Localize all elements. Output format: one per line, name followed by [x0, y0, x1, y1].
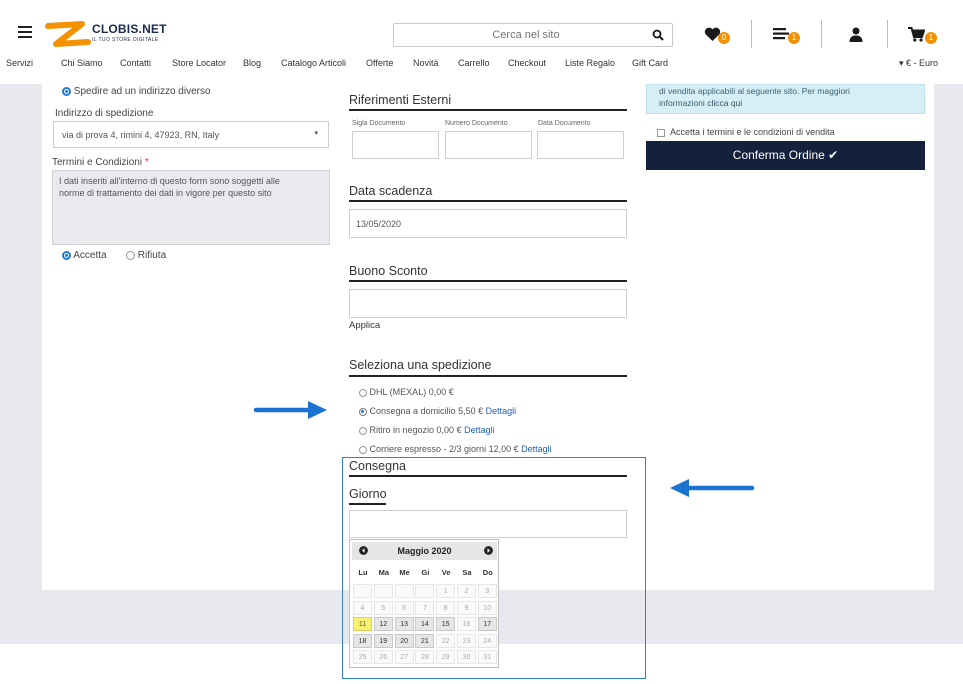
terms-reject-option[interactable]: Rifiuta	[126, 250, 166, 261]
radio-icon[interactable]	[359, 388, 367, 397]
header-divider	[887, 20, 888, 48]
shipping-address-label: Indirizzo di spedizione	[55, 108, 154, 119]
shipping-details-link[interactable]: Dettagli	[486, 406, 517, 416]
arrow-right-icon	[253, 401, 327, 419]
nav-item-carrello[interactable]: Carrello	[458, 58, 490, 68]
wishlist-count-badge: 0	[718, 32, 730, 44]
terms-textarea[interactable]: I dati inseriti all'interno di questo fo…	[52, 170, 330, 245]
ship-other-address-label: Spedire ad un indirizzo diverso	[73, 86, 211, 97]
reject-label: Rifiuta	[137, 250, 167, 261]
radio-icon[interactable]	[359, 426, 367, 435]
lists-count-badge: 1	[788, 32, 800, 44]
terms-label-text: Termini e Condizioni	[52, 157, 143, 168]
radio-icon[interactable]	[359, 407, 367, 416]
menu-icon[interactable]	[18, 26, 32, 38]
terms-info-link[interactable]: clicca qui	[707, 98, 742, 108]
accept-sales-terms[interactable]: Accetta i termini e le condizioni di ven…	[657, 127, 835, 137]
shipping-option-label: Ritiro in negozio 0,00 €	[369, 425, 462, 435]
section-divider	[349, 200, 627, 202]
checkout-page: CLOBIS.NET IL TUO STORE DIGITALE 0 1	[0, 0, 963, 684]
doc-date-input[interactable]	[537, 131, 624, 159]
accept-sales-terms-label: Accetta i termini e le condizioni di ven…	[670, 127, 835, 137]
nav-item-chi-siamo[interactable]: Chi Siamo	[61, 58, 103, 68]
shipping-details-link[interactable]: Dettagli	[464, 425, 495, 435]
expiry-date-title: Data scadenza	[349, 184, 433, 198]
shipping-option-dhl[interactable]: DHL (MEXAL) 0,00 €	[359, 387, 454, 397]
terms-info-box: di vendita applicabili al seguente sito.…	[646, 84, 925, 114]
terms-info-line: di vendita applicabili al seguente sito.…	[659, 86, 850, 96]
nav-item-liste-regalo[interactable]: Liste Regalo	[565, 58, 615, 68]
nav-item-servizi[interactable]: Servizi	[6, 58, 33, 68]
shipping-option-label: DHL (MEXAL) 0,00 €	[369, 387, 454, 397]
logo-name[interactable]: CLOBIS.NET	[92, 22, 167, 36]
terms-accept-option[interactable]: Accetta	[62, 250, 107, 261]
shipping-option-express[interactable]: Corriere espresso - 2/3 giorni 12,00 € D…	[359, 444, 552, 454]
radio-icon[interactable]	[62, 86, 71, 96]
account-button[interactable]	[849, 27, 865, 45]
nav-item-store-locator[interactable]: Store Locator	[172, 58, 226, 68]
shipping-option-home-delivery[interactable]: Consegna a domicilio 5,50 € Dettagli	[359, 406, 516, 416]
lists-button[interactable]: 1	[773, 27, 803, 45]
doc-code-input[interactable]	[352, 131, 439, 159]
nav-item-contatti[interactable]: Contatti	[120, 58, 151, 68]
shipping-method-title: Seleziona una spedizione	[349, 358, 492, 372]
cart-button[interactable]: 1	[908, 27, 938, 45]
shipping-details-link[interactable]: Dettagli	[521, 444, 552, 454]
radio-icon[interactable]	[359, 445, 367, 454]
shipping-address-value: via di prova 4, rimini 4, 47923, RN, Ita…	[62, 130, 220, 140]
expiry-date-value: 13/05/2020	[356, 219, 402, 229]
cart-icon	[908, 27, 926, 42]
shipping-address-select[interactable]: via di prova 4, rimini 4, 47923, RN, Ita…	[53, 121, 329, 148]
ship-other-address-option[interactable]: Spedire ad un indirizzo diverso	[62, 86, 211, 97]
expiry-date-input[interactable]: 13/05/2020	[349, 209, 627, 238]
terms-info-line: informazioni clicca qui	[659, 97, 912, 109]
required-marker: *	[144, 157, 149, 168]
delivery-highlight-box	[342, 457, 646, 679]
user-icon	[849, 27, 863, 42]
shipping-option-label: Corriere espresso - 2/3 giorni 12,00 €	[369, 444, 519, 454]
terms-info-more: informazioni	[659, 98, 705, 108]
chevron-down-icon: ▾	[314, 130, 318, 137]
accept-label: Accetta	[73, 250, 107, 261]
search-icon[interactable]	[652, 29, 664, 41]
nav-item-catalogo-articoli[interactable]: Catalogo Articoli	[281, 58, 346, 68]
external-refs-title: Riferimenti Esterni	[349, 93, 452, 107]
coupon-title: Buono Sconto	[349, 264, 428, 278]
search-box[interactable]	[393, 23, 673, 47]
shipping-option-store-pickup[interactable]: Ritiro in negozio 0,00 € Dettagli	[359, 425, 495, 435]
doc-number-input[interactable]	[445, 131, 532, 159]
nav-item-offerte[interactable]: Offerte	[366, 58, 393, 68]
search-input[interactable]	[406, 24, 646, 46]
header-divider	[751, 20, 752, 48]
terms-info-text: di vendita applicabili al seguente sito.…	[647, 85, 924, 109]
nav-item-gift-card[interactable]: Gift Card	[632, 58, 668, 68]
cart-count-badge: 1	[925, 32, 937, 44]
apply-coupon-link[interactable]: Applica	[349, 320, 380, 331]
doc-code-label: Sigla Documento	[352, 120, 406, 127]
main-navigation: Servizi Chi Siamo Contatti Store Locator…	[0, 58, 963, 72]
doc-date-label: Data Documento	[538, 120, 591, 127]
section-divider	[349, 280, 627, 282]
terms-label: Termini e Condizioni *	[52, 157, 149, 168]
logo-tagline: IL TUO STORE DIGITALE	[92, 37, 159, 43]
coupon-input[interactable]	[349, 289, 627, 318]
nav-item-novita[interactable]: Novità	[413, 58, 439, 68]
shipping-option-label: Consegna a domicilio 5,50 €	[369, 406, 484, 416]
radio-icon[interactable]	[126, 250, 135, 260]
arrow-left-icon	[670, 479, 755, 497]
nav-item-blog[interactable]: Blog	[243, 58, 261, 68]
section-divider	[349, 109, 627, 111]
doc-number-label: Numero Documento	[445, 120, 508, 127]
currency-selector[interactable]: ▾ € - Euro	[899, 58, 938, 69]
confirm-order-button[interactable]: Conferma Ordine ✔	[646, 141, 925, 170]
section-divider	[349, 375, 627, 377]
nav-item-checkout[interactable]: Checkout	[508, 58, 546, 68]
wishlist-button[interactable]: 0	[704, 27, 730, 45]
header-divider	[821, 20, 822, 48]
terms-text: I dati inseriti all'interno di questo fo…	[59, 176, 280, 198]
radio-icon[interactable]	[62, 250, 71, 260]
checkbox-icon[interactable]	[657, 128, 665, 137]
